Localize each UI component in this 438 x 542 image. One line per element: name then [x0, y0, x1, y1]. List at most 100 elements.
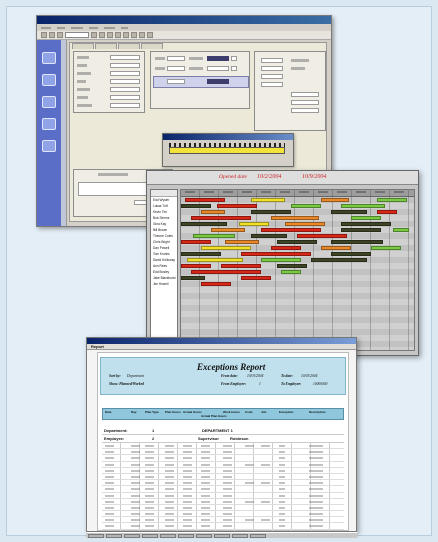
shift-bar[interactable] — [321, 198, 349, 202]
form-field[interactable] — [110, 63, 140, 68]
taskbar-button[interactable] — [160, 533, 176, 538]
toolbar-button[interactable] — [139, 32, 145, 38]
form-field[interactable] — [110, 79, 140, 84]
form-field[interactable] — [207, 79, 229, 84]
shift-bar[interactable] — [239, 222, 269, 226]
shift-bar[interactable] — [331, 252, 371, 256]
toolbar-button[interactable] — [57, 32, 63, 38]
shift-bar[interactable] — [225, 240, 259, 244]
form-tab[interactable] — [72, 43, 94, 49]
taskbar-button[interactable] — [106, 533, 122, 538]
shift-bar[interactable] — [201, 282, 231, 286]
timeline-shift-bar[interactable] — [169, 147, 285, 154]
shift-bar[interactable] — [181, 240, 211, 244]
taskbar-button[interactable] — [250, 533, 266, 538]
toolbar-button[interactable] — [131, 32, 137, 38]
form-field[interactable] — [110, 55, 140, 60]
form-tab[interactable] — [118, 43, 140, 49]
shift-bar[interactable] — [181, 276, 205, 280]
shift-bar[interactable] — [241, 276, 271, 280]
toolbar-button[interactable] — [41, 32, 47, 38]
form-field[interactable] — [261, 82, 283, 87]
form-field[interactable] — [110, 87, 140, 92]
shift-bar[interactable] — [251, 198, 285, 202]
form-field[interactable] — [167, 79, 185, 84]
form-field[interactable] — [261, 58, 283, 63]
shift-bar[interactable] — [211, 228, 245, 232]
shift-bar[interactable] — [311, 258, 367, 262]
shift-bar[interactable] — [191, 270, 261, 274]
form-field[interactable] — [231, 66, 237, 71]
nav-employees-icon[interactable] — [42, 96, 56, 108]
nav-setup-icon[interactable] — [42, 140, 56, 152]
form-field[interactable] — [110, 103, 140, 108]
dialog-title-bar[interactable] — [163, 134, 293, 140]
employee-list-item[interactable]: Jim Howell — [151, 281, 177, 287]
form-field[interactable] — [231, 56, 237, 61]
shift-bar[interactable] — [181, 204, 211, 208]
taskbar-button[interactable] — [232, 533, 248, 538]
nav-schedule-icon[interactable] — [42, 52, 56, 64]
form-field[interactable] — [110, 95, 140, 100]
taskbar-button[interactable] — [178, 533, 194, 538]
shift-bar[interactable] — [201, 246, 251, 250]
shift-bar[interactable] — [191, 216, 251, 220]
app-title-bar[interactable] — [37, 16, 331, 24]
shift-bar[interactable] — [371, 246, 401, 250]
shift-bar[interactable] — [193, 234, 235, 238]
form-field[interactable] — [167, 66, 185, 71]
shift-bar[interactable] — [277, 264, 307, 268]
taskbar-button[interactable] — [124, 533, 140, 538]
nav-reports-icon[interactable] — [42, 118, 56, 130]
form-field[interactable] — [291, 108, 319, 113]
form-tab[interactable] — [141, 43, 163, 49]
shift-bar[interactable] — [281, 270, 301, 274]
shift-bar[interactable] — [331, 210, 367, 214]
nav-timecards-icon[interactable] — [42, 74, 56, 86]
form-field[interactable] — [207, 56, 229, 61]
shift-bar[interactable] — [187, 258, 243, 262]
shift-bar[interactable] — [341, 222, 391, 226]
shift-bar[interactable] — [185, 198, 225, 202]
toolbar-button[interactable] — [99, 32, 105, 38]
shift-bar[interactable] — [221, 264, 261, 268]
shift-bar[interactable] — [241, 252, 311, 256]
form-tab[interactable] — [95, 43, 117, 49]
shift-bar[interactable] — [271, 246, 301, 250]
shift-bar[interactable] — [341, 228, 381, 232]
menu-item[interactable] — [71, 26, 83, 29]
shift-bar[interactable] — [351, 216, 381, 220]
shift-bar[interactable] — [285, 222, 325, 226]
shift-bar[interactable] — [251, 210, 291, 214]
form-field[interactable] — [110, 71, 140, 76]
sidebar-splitter[interactable] — [61, 40, 67, 226]
form-field[interactable] — [167, 56, 185, 61]
shift-bar[interactable] — [217, 204, 257, 208]
form-field[interactable] — [261, 66, 283, 71]
menu-item[interactable] — [121, 26, 128, 29]
taskbar-button[interactable] — [142, 533, 158, 538]
toolbar-button[interactable] — [123, 32, 129, 38]
taskbar-button[interactable] — [196, 533, 212, 538]
shift-bar[interactable] — [181, 264, 211, 268]
shift-bar[interactable] — [321, 246, 351, 250]
toolbar-button[interactable] — [147, 32, 153, 38]
form-field[interactable] — [291, 92, 319, 97]
shift-bar[interactable] — [271, 216, 319, 220]
shift-bar[interactable] — [201, 210, 225, 214]
shift-bar[interactable] — [331, 240, 383, 244]
shift-bar[interactable] — [261, 228, 321, 232]
shift-bar[interactable] — [251, 234, 287, 238]
toolbar-combo[interactable] — [65, 32, 89, 38]
shift-bar[interactable] — [181, 222, 227, 226]
shift-bar[interactable] — [297, 234, 347, 238]
form-field[interactable] — [207, 66, 229, 71]
shift-bar[interactable] — [377, 198, 407, 202]
toolbar-button[interactable] — [115, 32, 121, 38]
shift-bar[interactable] — [261, 258, 301, 262]
form-field[interactable] — [291, 100, 319, 105]
shift-bar[interactable] — [393, 228, 409, 232]
menu-item[interactable] — [104, 26, 115, 29]
shift-bar[interactable] — [277, 240, 317, 244]
toolbar-button[interactable] — [49, 32, 55, 38]
